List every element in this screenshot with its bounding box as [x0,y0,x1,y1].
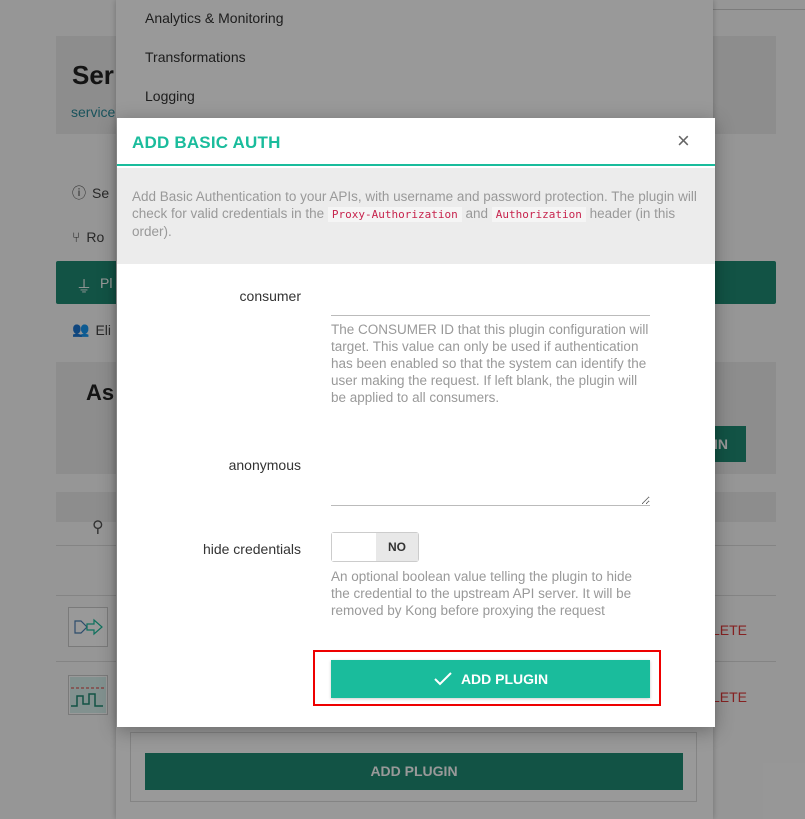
hide-credentials-help: An optional boolean value telling the pl… [331,569,632,618]
description-text: and [461,206,492,221]
hide-credentials-toggle[interactable]: NO [331,532,419,562]
consumer-input[interactable] [331,294,650,316]
add-plugin-button[interactable]: ADD PLUGIN [331,660,650,698]
code-authorization: Authorization [491,207,586,222]
modal-title: ADD BASIC AUTH [132,133,281,152]
modal-header: ADD BASIC AUTH × [117,118,715,166]
close-icon[interactable]: × [677,128,690,154]
consumer-help: The CONSUMER ID that this plugin configu… [331,322,649,405]
hide-credentials-label: hide credentials [202,541,301,557]
add-basic-auth-modal: ADD BASIC AUTH × Add Basic Authenticatio… [117,118,715,727]
anonymous-textarea[interactable] [331,468,650,506]
code-proxy-authorization: Proxy-Authorization [327,207,462,222]
add-plugin-label: ADD PLUGIN [460,671,549,687]
consumer-label: consumer [239,288,301,304]
plugin-description: Add Basic Authentication to your APIs, w… [117,168,715,264]
toggle-knob [332,533,376,561]
check-icon [434,672,452,686]
toggle-state: NO [376,533,418,561]
anonymous-label: anonymous [228,457,301,473]
